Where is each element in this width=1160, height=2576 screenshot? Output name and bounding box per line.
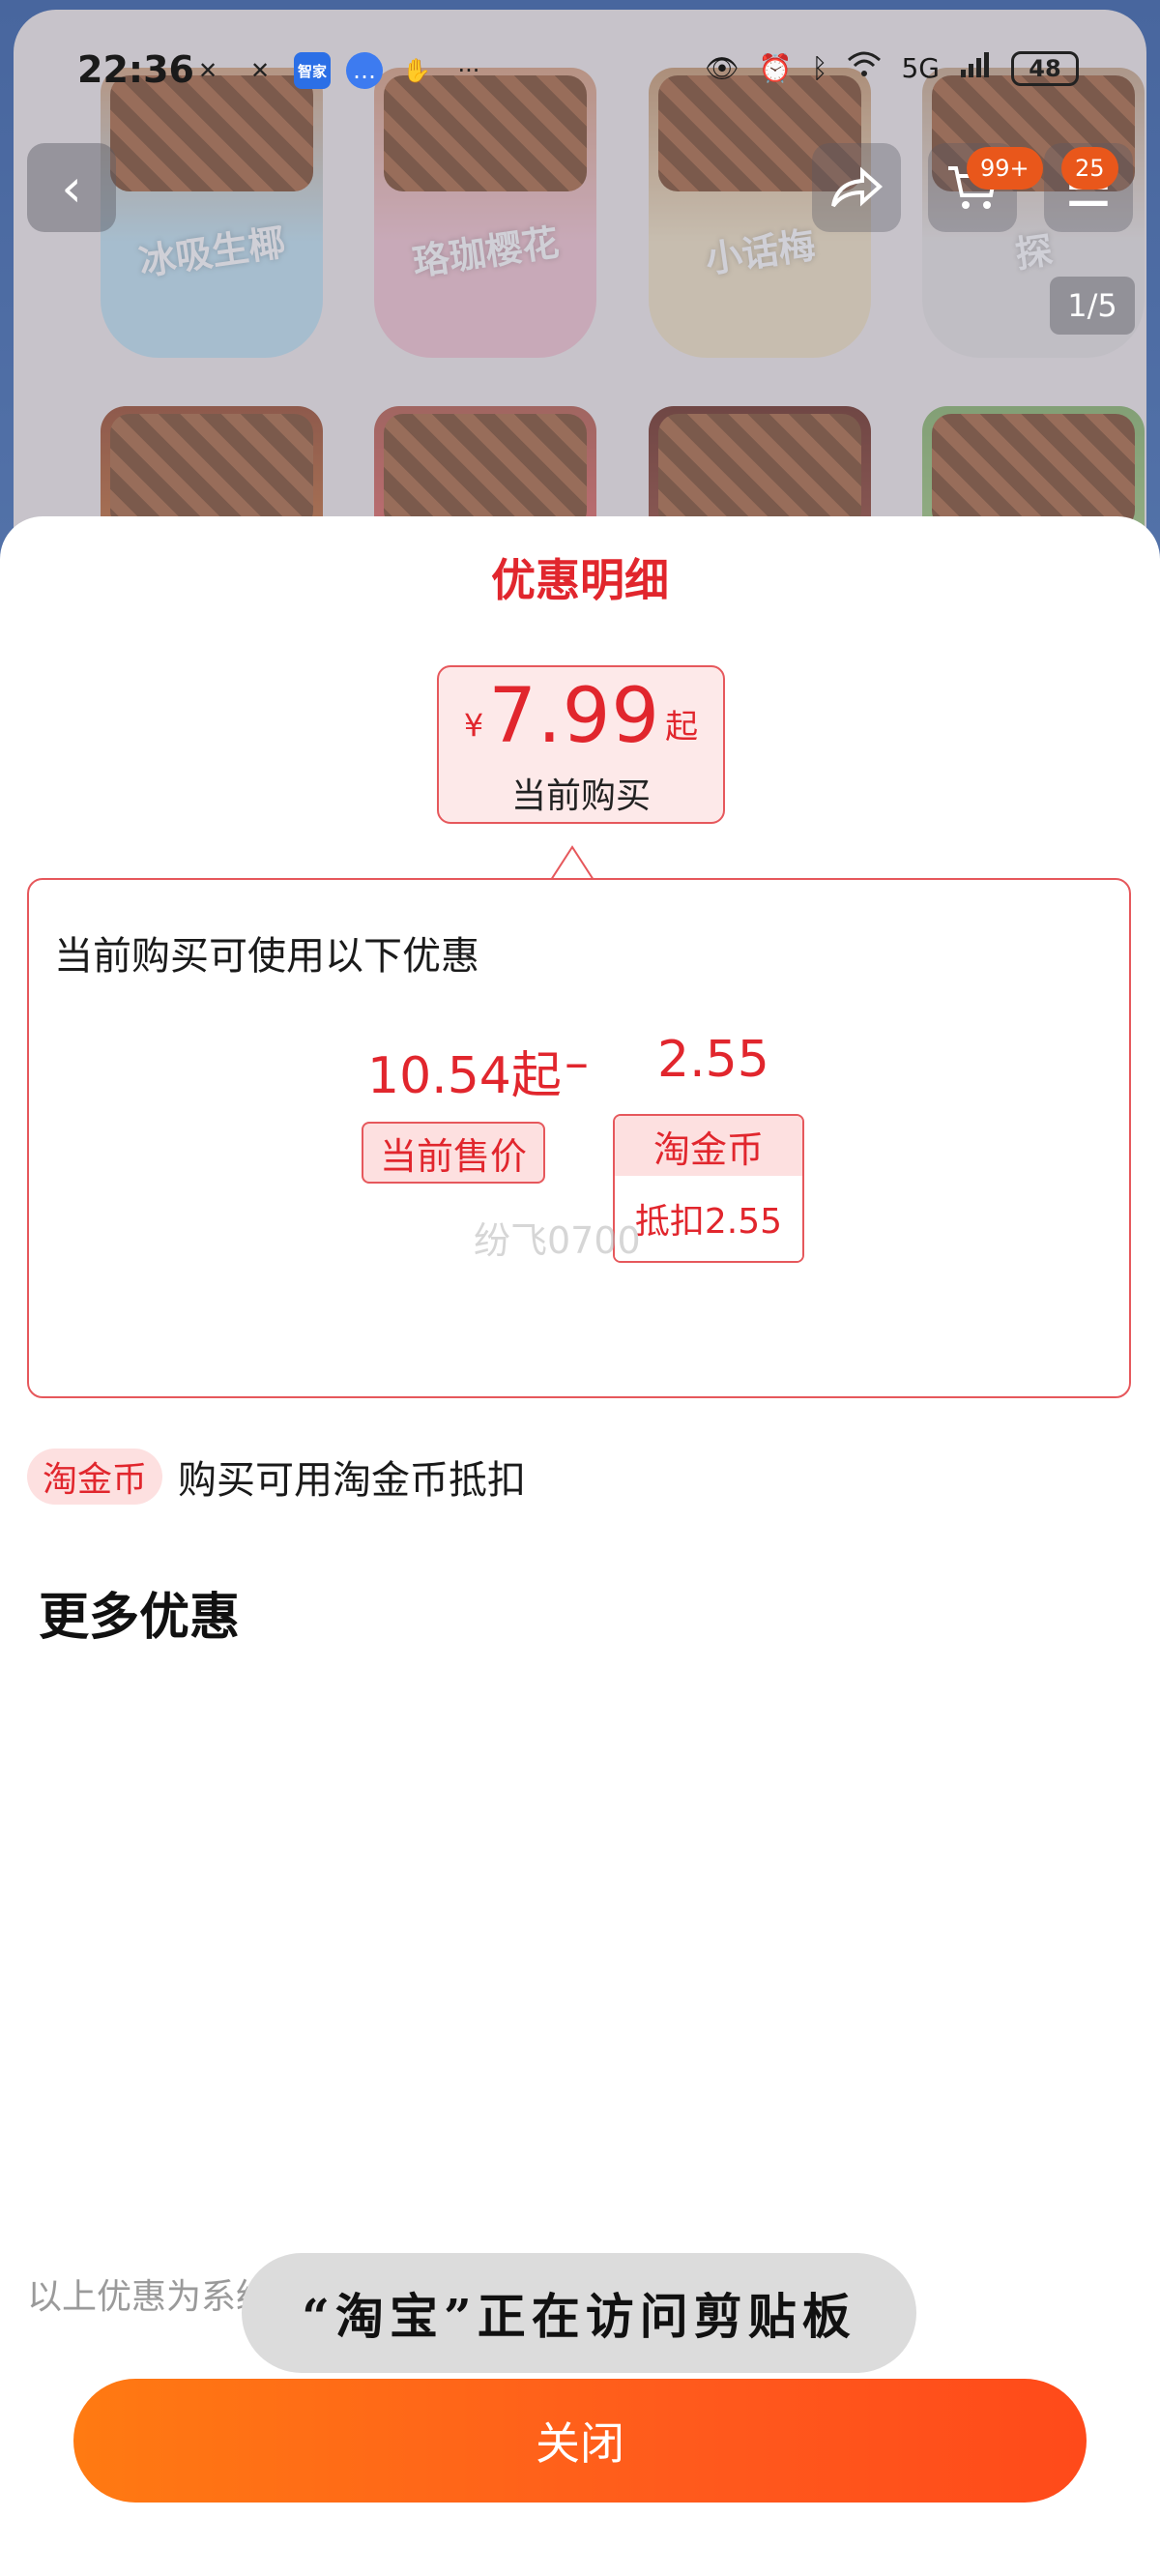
signal-label: 5G <box>901 52 940 84</box>
missed-call-icon: ✕ <box>197 57 218 84</box>
coin-pill: 淘金币 <box>27 1449 163 1505</box>
coin-note-text: 购买可用淘金币抵扣 <box>178 1458 527 1503</box>
cart-count-badge: 99+ <box>967 147 1043 190</box>
bluetooth-icon: ᛒ <box>811 52 828 84</box>
coin-card-title: 淘金币 <box>615 1116 802 1176</box>
current-sale-price-value: 10.54起 <box>367 1047 562 1105</box>
discount-amount: 2.55 <box>657 1031 769 1089</box>
minus-operator: – <box>565 1035 589 1091</box>
status-time: 22:36 <box>77 48 194 91</box>
detail-heading: 当前购买可使用以下优惠 <box>54 934 479 979</box>
hand-icon: ✋ <box>402 57 431 84</box>
missed-call-icon: ✕ <box>249 57 271 84</box>
status-notifications: ✕ ✕ 智家 … ✋ ··· <box>189 52 487 89</box>
product-page-background: 冰吸生椰 珞珈樱花 小话梅 探 22:36 ✕ ✕ 智家 … ✋ ··· 👁 ⏰… <box>0 0 1160 580</box>
callout-pointer <box>551 845 594 880</box>
message-app-icon: … <box>346 52 383 89</box>
back-icon: ‹ <box>61 157 82 219</box>
more-dots-icon: ··· <box>457 57 480 84</box>
price-suffix: 起 <box>665 708 699 746</box>
clipboard-toast: “淘宝”正在访问剪贴板 <box>242 2253 916 2373</box>
battery-icon: 48 <box>1011 50 1079 86</box>
signal-icon <box>959 50 992 86</box>
back-button[interactable]: ‹ <box>27 143 116 232</box>
current-price-box: ¥ 7.99 起 当前购买 <box>437 665 725 824</box>
message-count-badge: 25 <box>1061 147 1118 190</box>
wifi-icon <box>847 50 882 86</box>
share-button[interactable] <box>812 143 901 232</box>
sheet-title: 优惠明细 <box>491 554 669 606</box>
eye-icon: 👁 <box>705 52 740 84</box>
current-sale-price-tag: 当前售价 <box>362 1122 545 1184</box>
smart-home-app-icon: 智家 <box>294 52 331 89</box>
discount-detail-box: 当前购买可使用以下优惠 10.54起 – 2.55 当前售价 淘金币 抵扣2.5… <box>27 878 1131 1398</box>
discount-detail-sheet: 优惠明细 ¥ 7.99 起 当前购买 当前购买可使用以下优惠 10.54起 – … <box>0 516 1160 2576</box>
share-icon <box>831 166 884 208</box>
price-value: 7.99 <box>488 673 661 760</box>
current-price: ¥ 7.99 起 <box>439 673 723 760</box>
status-bar: 22:36 ✕ ✕ 智家 … ✋ ··· 👁 ⏰ ᛒ 5G 48 <box>0 39 1160 106</box>
status-system-icons: 👁 ⏰ ᛒ 5G 48 <box>705 50 1079 86</box>
currency-symbol: ¥ <box>463 707 484 744</box>
price-label: 当前购买 <box>510 776 651 816</box>
coin-note: 淘金币 购买可用淘金币抵扣 <box>27 1449 526 1505</box>
close-button[interactable]: 关闭 <box>73 2379 1087 2503</box>
alarm-icon: ⏰ <box>758 52 793 84</box>
watermark: 纷飞0700 <box>474 1219 641 1262</box>
coin-discount-card: 淘金币 抵扣2.55 <box>613 1114 804 1263</box>
more-discounts-title: 更多优惠 <box>39 1589 241 1647</box>
image-pager: 1/5 <box>1050 277 1135 335</box>
coin-card-detail: 抵扣2.55 <box>615 1176 802 1261</box>
